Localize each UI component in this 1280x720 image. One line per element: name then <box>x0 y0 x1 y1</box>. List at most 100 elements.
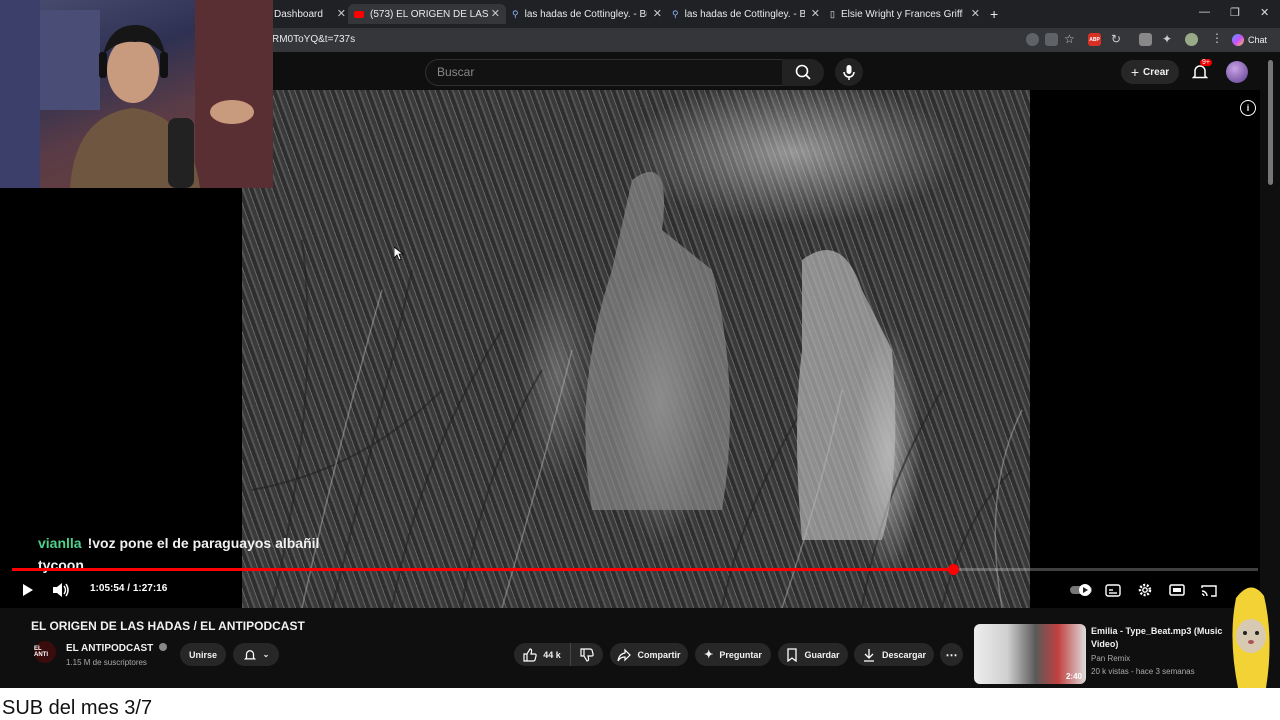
close-icon[interactable]: ✕ <box>337 7 346 20</box>
cast-button[interactable] <box>1199 580 1219 600</box>
plus-icon: + <box>1130 64 1140 80</box>
adblock-icon[interactable]: ABP <box>1088 33 1101 46</box>
notification-bell-button[interactable]: ⌄ <box>233 643 279 666</box>
channel-name[interactable]: EL ANTIPODCAST <box>66 643 168 654</box>
theater-mode-button[interactable] <box>1167 580 1187 600</box>
streamer-webcam-image <box>0 0 273 188</box>
recommendation-meta: 20 k vistas - hace 3 semanas <box>1091 667 1195 676</box>
thumbs-down-icon <box>580 647 594 662</box>
video-frame[interactable] <box>242 90 1030 608</box>
puzzle-icon[interactable]: ✦ <box>1162 32 1175 46</box>
ask-button[interactable]: ✦ Preguntar <box>695 643 771 666</box>
banana-cat-icon <box>1232 587 1270 688</box>
create-button[interactable]: + Crear <box>1121 60 1179 84</box>
search-icon <box>795 64 811 80</box>
recommendation-duration: 2:40 <box>1065 672 1082 681</box>
subtitles-button[interactable] <box>1103 580 1123 600</box>
mouse-cursor-icon <box>394 247 404 261</box>
more-menu-icon[interactable]: ⋮ <box>1211 31 1224 45</box>
progress-bar-played[interactable] <box>12 568 954 571</box>
subtitles-icon <box>1105 583 1121 597</box>
autoplay-toggle[interactable] <box>1068 580 1094 600</box>
play-button[interactable] <box>17 580 37 600</box>
search-button[interactable] <box>782 59 824 86</box>
fairy-photo-image <box>251 171 1023 608</box>
tab-dashboard[interactable]: Dashboard ✕ <box>274 4 346 24</box>
tab-title: (573) EL ORIGEN DE LAS HADAS / <box>370 8 490 20</box>
chat-username: vianlla <box>38 535 82 551</box>
document-icon: ▯ <box>830 8 835 19</box>
voice-search-button[interactable] <box>835 58 863 86</box>
search-placeholder: Buscar <box>437 65 475 79</box>
gear-icon <box>1138 583 1152 597</box>
tab-search-1[interactable]: ⚲ las hadas de Cottingley. - Búsque ✕ <box>512 4 662 24</box>
tab-title: las hadas de Cottingley. - Búsque <box>684 8 805 20</box>
channel-avatar[interactable]: EL ANTI <box>34 641 56 663</box>
search-input[interactable]: Buscar <box>425 59 783 86</box>
close-window-icon[interactable]: ✕ <box>1260 6 1269 19</box>
tab-youtube-video[interactable]: (573) EL ORIGEN DE LAS HADAS / ✕ <box>348 4 506 24</box>
time-current: 1:05:54 <box>90 583 125 594</box>
youtube-favicon-icon <box>354 10 364 18</box>
banana-cat-sticker <box>1226 578 1276 698</box>
minimize-icon[interactable]: — <box>1199 6 1210 18</box>
dislike-button[interactable] <box>570 643 603 666</box>
join-button[interactable]: Unirse <box>180 643 226 666</box>
url-text[interactable]: RM0ToYQ&t=737s <box>272 34 355 45</box>
sparkle-icon: ✦ <box>704 649 714 661</box>
notification-badge: 9+ <box>1200 59 1212 66</box>
copilot-icon <box>1232 34 1244 46</box>
like-button[interactable]: 44 k <box>514 643 570 666</box>
verified-icon <box>159 643 168 651</box>
scrollbar-thumb[interactable] <box>1268 60 1273 185</box>
thumbs-up-icon <box>523 647 537 662</box>
tab-title: las hadas de Cottingley. - Búsque <box>524 8 647 20</box>
stream-overlay-bar <box>0 688 1280 720</box>
bell-icon <box>243 649 256 659</box>
bookmark-star-icon[interactable]: ☆ <box>1064 32 1077 46</box>
video-title: EL ORIGEN DE LAS HADAS / EL ANTIPODCAST <box>31 619 305 633</box>
avatar[interactable] <box>1226 61 1248 83</box>
download-icon <box>863 648 874 662</box>
tab-article[interactable]: ▯ Elsie Wright y Frances Griffiths. La ✕ <box>830 4 980 24</box>
recommendation-thumbnail[interactable]: 2:40 <box>974 624 1086 684</box>
bookmark-icon <box>787 647 798 662</box>
tab-search-2[interactable]: ⚲ las hadas de Cottingley. - Búsque ✕ <box>672 4 820 24</box>
tab-title: Elsie Wright y Frances Griffiths. La <box>840 8 963 20</box>
chevron-down-icon: ⌄ <box>262 650 270 659</box>
sub-of-month-text: SUB del mes 3/7 <box>2 697 153 719</box>
webcam-overlay <box>0 0 273 188</box>
search-icon: ⚲ <box>512 8 519 19</box>
chat-button[interactable]: Chat <box>1232 32 1267 48</box>
close-icon[interactable]: ✕ <box>811 7 820 20</box>
time-display: 1:05:54 / 1:27:16 <box>90 583 167 594</box>
extension-refresh-icon[interactable]: ↻ <box>1111 32 1124 46</box>
volume-button[interactable] <box>51 580 71 600</box>
more-actions-button[interactable]: ⋯ <box>940 643 963 666</box>
new-tab-button[interactable]: + <box>990 4 1004 24</box>
share-button[interactable]: Compartir <box>610 643 688 666</box>
time-total: 1:27:16 <box>132 583 168 594</box>
close-icon[interactable]: ✕ <box>971 7 980 20</box>
extension-icon[interactable] <box>1139 33 1152 46</box>
recommendation-title[interactable]: Emilia - Type_Beat.mp3 (Music Video) <box>1091 625 1231 651</box>
close-icon[interactable]: ✕ <box>491 7 500 20</box>
recommendation-channel: Pan Remix <box>1091 654 1131 663</box>
share-icon <box>617 648 632 661</box>
time-separator: / <box>124 583 133 594</box>
tab-title: Dashboard <box>274 8 323 20</box>
theater-icon <box>1169 584 1185 596</box>
more-horizontal-icon: ⋯ <box>945 647 958 662</box>
download-button[interactable]: Descargar <box>854 643 934 666</box>
notifications-button[interactable]: 9+ <box>1190 59 1212 82</box>
save-button[interactable]: Guardar <box>778 643 848 666</box>
profile-icon[interactable] <box>1185 33 1198 46</box>
cast-icon <box>1201 584 1217 597</box>
translate-icon[interactable] <box>1026 33 1039 46</box>
info-icon[interactable]: i <box>1240 100 1256 116</box>
install-app-icon[interactable] <box>1045 33 1058 46</box>
settings-button[interactable] <box>1135 580 1155 600</box>
close-icon[interactable]: ✕ <box>653 7 662 20</box>
restore-icon[interactable]: ❐ <box>1230 6 1240 19</box>
play-icon <box>23 584 33 596</box>
